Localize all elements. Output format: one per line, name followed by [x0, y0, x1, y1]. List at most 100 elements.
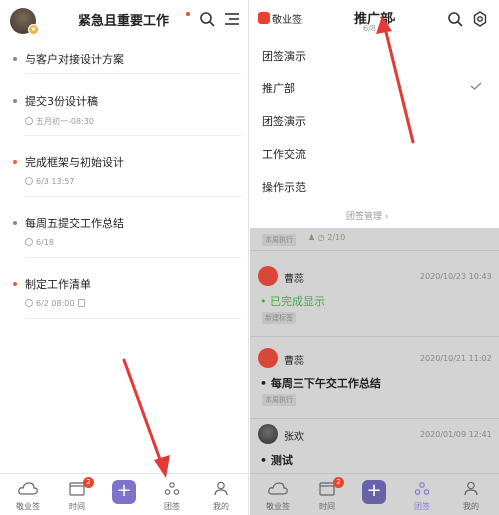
app-logo-icon[interactable]	[258, 12, 270, 24]
task-reminder: 6/3 13:57	[25, 177, 74, 186]
tab-home[interactable]: 敬业签	[6, 474, 50, 515]
divider	[25, 196, 241, 197]
task-title: 提交3份设计稿	[25, 95, 98, 108]
member-count: 6/8	[363, 24, 376, 33]
task-reminder: 6/18	[25, 238, 54, 247]
group-manage-link[interactable]: 团签管理 ›	[346, 209, 389, 222]
dropdown-item[interactable]: 工作交流	[262, 146, 306, 162]
dropdown-item[interactable]: 操作示范	[262, 179, 306, 195]
task-title: 与客户对接设计方案	[25, 53, 124, 66]
tab-bar: 敬业签 2 时间 + 团签 我的	[0, 473, 248, 515]
task-title: 完成框架与初始设计	[25, 156, 124, 169]
dropdown-item[interactable]: 推广部	[262, 80, 295, 96]
group-dropdown-icon[interactable]	[391, 17, 395, 21]
tab-label: 敬业签	[16, 502, 40, 511]
task-dot	[13, 99, 17, 103]
tab-mine[interactable]: 我的	[199, 474, 243, 515]
divider	[250, 418, 499, 419]
task-title: 每周五提交工作总结	[25, 217, 124, 230]
repeat-icon	[25, 299, 33, 307]
bullet: •	[260, 454, 271, 467]
tab-group[interactable]: 团签	[400, 474, 444, 515]
task-item[interactable]: 与客户对接设计方案	[0, 44, 248, 74]
feed-text: • 每周三下午交工作总结	[260, 375, 381, 391]
avatar	[258, 424, 278, 444]
divider	[250, 336, 499, 337]
task-reminder: 五月初一-08:30	[25, 116, 94, 127]
app-logo-text[interactable]: 敬业签	[272, 11, 302, 26]
clock-icon	[25, 117, 33, 125]
clock-icon	[25, 177, 33, 185]
left-screen: ★ 紧急且重要工作 与客户对接设计方案 提交3份设计稿 五月初一-08:30 完…	[0, 0, 249, 515]
feed-entry[interactable]: 曹蕊 2020/10/23 10:43 • 已完成显示 新建标签	[250, 262, 499, 332]
task-item[interactable]: 完成框架与初始设计 6/3 13:57	[0, 147, 248, 197]
repeat-icon	[25, 238, 33, 246]
person-icon	[214, 481, 228, 496]
feed-entry[interactable]: 曹蕊 2020/10/21 11:02 • 每周三下午交工作总结 本周执行	[250, 344, 499, 414]
group-icon	[414, 482, 430, 495]
title-dot-icon	[186, 12, 190, 16]
tab-label: 我的	[213, 502, 229, 511]
task-item[interactable]: 制定工作清单 6/2 08:00	[0, 269, 248, 319]
feed-entry[interactable]: 张欢 2020/01/09 12:41 • 测试	[250, 424, 499, 474]
divider	[250, 250, 499, 251]
page-title[interactable]: 紧急且重要工作	[78, 10, 169, 29]
tab-label: 时间	[319, 502, 335, 511]
tab-group[interactable]: 团签	[150, 474, 194, 515]
feed-tag: 本周执行	[262, 234, 296, 246]
feed-text-content: 测试	[270, 454, 293, 467]
dropdown-item[interactable]: 团签演示	[262, 48, 306, 64]
feed-text: • 已完成显示	[260, 293, 325, 309]
timestamp: 2020/10/23 10:43	[420, 272, 492, 281]
search-icon[interactable]	[447, 11, 463, 27]
task-dot	[13, 160, 17, 164]
tab-mine[interactable]: 我的	[449, 474, 493, 515]
feed-overlay: 本周执行 ♟ ◷ 2/10 曹蕊 2020/10/23 10:43 • 已完成显…	[250, 228, 499, 515]
avatar	[258, 348, 278, 368]
tab-bar: 敬业签 2 时间 + 团签 我的	[250, 473, 499, 515]
tab-label: 敬业签	[266, 502, 290, 511]
tab-home[interactable]: 敬业签	[256, 474, 300, 515]
tab-label: 团签	[164, 502, 180, 511]
timestamp: 2020/01/09 12:41	[420, 430, 492, 439]
reminder-text: 五月初一-08:30	[36, 117, 94, 126]
tab-label: 团签	[414, 502, 430, 511]
dropdown-item[interactable]: 团签演示	[262, 113, 306, 129]
feed-text-content: 已完成显示	[270, 295, 325, 308]
notification-badge: 2	[83, 477, 94, 488]
settings-icon[interactable]	[472, 11, 488, 27]
progress-text: 2/10	[327, 233, 346, 242]
notification-badge: 2	[333, 477, 344, 488]
bullet: •	[260, 377, 271, 390]
group-icon	[164, 482, 180, 495]
feed-text: • 测试	[260, 452, 293, 468]
person-icon	[464, 481, 478, 496]
divider	[25, 257, 241, 258]
add-button[interactable]: +	[362, 480, 386, 504]
chevron-right-icon: ›	[384, 212, 389, 222]
tab-label: 我的	[463, 502, 479, 511]
task-item[interactable]: 每周五提交工作总结 6/18	[0, 208, 248, 258]
add-button[interactable]: +	[112, 480, 136, 504]
tab-time[interactable]: 2 时间	[305, 474, 349, 515]
divider	[25, 318, 241, 319]
cloud-icon	[18, 482, 38, 495]
author-name: 张欢	[284, 432, 304, 443]
cloud-icon	[268, 482, 288, 495]
progress-icon: ♟ ◷	[308, 233, 328, 242]
tab-time[interactable]: 2 时间	[55, 474, 99, 515]
task-item[interactable]: 提交3份设计稿 五月初一-08:30	[0, 86, 248, 136]
menu-icon[interactable]	[224, 12, 240, 26]
feed-tag: 新建标签	[262, 312, 296, 324]
reminder-text: 6/3 13:57	[36, 177, 75, 186]
divider	[25, 135, 241, 136]
task-dot	[13, 282, 17, 286]
tab-label: 时间	[69, 502, 85, 511]
reminder-text: 6/18	[36, 238, 54, 247]
right-screen: 敬业签 推广部 6/8 本周执行 ♟ ◷ 2/10 曹蕊 2020/10/23 …	[250, 0, 499, 515]
bullet: •	[260, 295, 270, 308]
checkmark-icon	[470, 82, 482, 90]
search-icon[interactable]	[199, 11, 215, 27]
author-name: 曹蕊	[284, 274, 304, 285]
avatar	[258, 266, 278, 286]
